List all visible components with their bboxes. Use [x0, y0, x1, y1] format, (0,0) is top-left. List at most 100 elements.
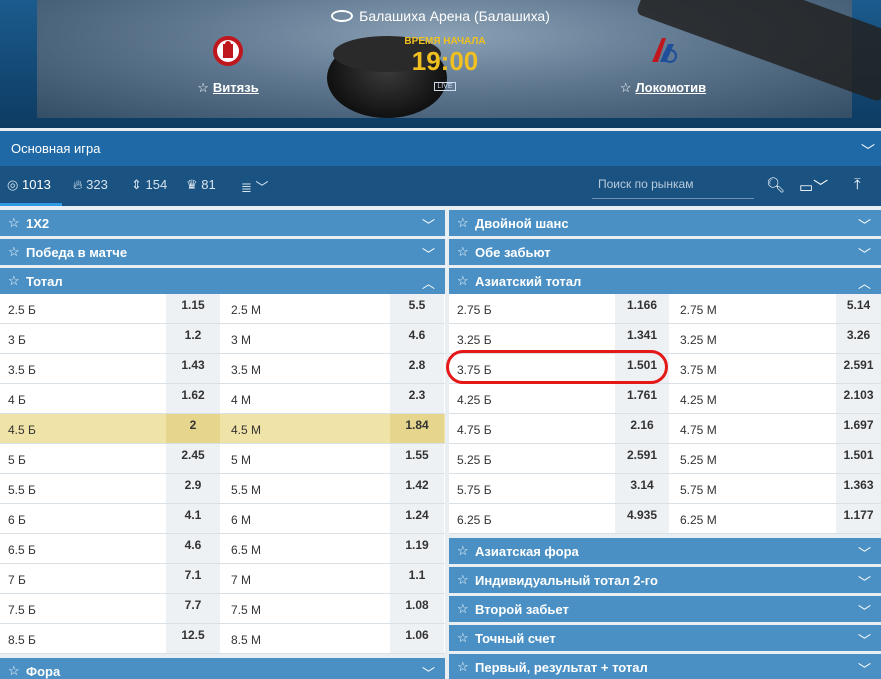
right-markets-column: ☆ Двойной шанс ﹀ ☆ Обе забьют ﹀ ☆ Азиатский т… [449, 210, 881, 679]
over-odds-button[interactable]: 1.166 [615, 294, 669, 323]
under-odds-button[interactable]: 3.26 [836, 324, 881, 353]
star-icon[interactable]: ☆ [457, 273, 469, 289]
market-header-handicap[interactable]: ☆ Фора ﹀ [0, 658, 445, 679]
under-odds-button[interactable]: 1.42 [390, 474, 444, 503]
filter-updown[interactable]: ⇕ 154 [131, 177, 167, 193]
away-team-name[interactable]: Локомотив [636, 80, 707, 95]
flame-icon: 🔥︎ [73, 177, 83, 192]
under-odds-button[interactable]: 1.697 [836, 414, 881, 443]
over-odds-button[interactable]: 2 [166, 414, 220, 443]
star-icon[interactable]: ☆ [8, 244, 20, 260]
under-label: 2.5 М [231, 303, 262, 317]
favorite-star-icon[interactable]: ☆ [197, 80, 209, 95]
over-odds-button[interactable]: 1.341 [615, 324, 669, 353]
over-odds-button[interactable]: 4.6 [166, 534, 220, 563]
under-odds-button[interactable]: 1.363 [836, 474, 881, 503]
over-label: 5.75 Б [457, 483, 492, 497]
chevron-down-icon: ﹀ [421, 247, 435, 262]
under-odds-button[interactable]: 4.6 [390, 324, 444, 353]
over-odds-button[interactable]: 1.2 [166, 324, 220, 353]
over-odds-button[interactable]: 2.45 [166, 444, 220, 473]
filter-list[interactable]: ≣ ﹀ [241, 177, 269, 196]
under-odds-button[interactable]: 1.84 [390, 414, 444, 443]
under-odds-button[interactable]: 1.08 [390, 594, 444, 623]
star-icon[interactable]: ☆ [457, 572, 469, 588]
star-icon[interactable]: ☆ [8, 215, 20, 231]
star-icon[interactable]: ☆ [8, 273, 20, 289]
home-team[interactable]: ☆ Витязь [178, 34, 278, 97]
over-odds-button[interactable]: 1.15 [166, 294, 220, 323]
star-icon[interactable]: ☆ [457, 630, 469, 646]
under-label: 4 М [231, 393, 252, 407]
market-header[interactable]: ☆ Второй забьет ﹀ [449, 596, 881, 622]
under-odds-button[interactable]: 1.06 [390, 624, 444, 653]
away-team[interactable]: ☆ Локомотив [603, 34, 723, 97]
lokomotiv-logo-icon [652, 38, 677, 63]
under-odds-button[interactable]: 5.5 [390, 294, 444, 323]
over-label: 7.5 Б [8, 603, 36, 617]
over-odds-button[interactable]: 7.1 [166, 564, 220, 593]
under-odds-button[interactable]: 2.591 [836, 354, 881, 383]
star-icon[interactable]: ☆ [457, 601, 469, 617]
under-odds-button[interactable]: 2.103 [836, 384, 881, 413]
market-search-input[interactable]: Поиск по рынкам [592, 173, 754, 199]
over-label: 8.5 Б [8, 633, 36, 647]
left-markets-column: ☆ 1X2 ﹀ ☆ Победа в матче ﹀ ☆ Тотал ︿ 2.5 Б 1.15… [0, 210, 445, 679]
star-icon[interactable]: ☆ [8, 663, 20, 679]
over-odds-button[interactable]: 12.5 [166, 624, 220, 653]
under-odds-button[interactable]: 1.55 [390, 444, 444, 473]
stadium-icon [331, 10, 354, 22]
market-header-1x2[interactable]: ☆ 1X2 ﹀ [0, 210, 445, 236]
under-odds-button[interactable]: 5.14 [836, 294, 881, 323]
under-odds-button[interactable]: 2.8 [390, 354, 444, 383]
chevron-down-icon: ﹀ [857, 546, 871, 561]
over-label: 2.75 Б [457, 303, 492, 317]
over-odds-button[interactable]: 2.591 [615, 444, 669, 473]
market-header[interactable]: ☆ Азиатская фора ﹀ [449, 538, 881, 564]
over-odds-button[interactable]: 1.62 [166, 384, 220, 413]
table-row: 2.5 Б 1.15 2.5 М 5.5 [0, 294, 445, 324]
market-header-total[interactable]: ☆ Тотал ︿ [0, 268, 445, 294]
market-header-both-score[interactable]: ☆ Обе забьют ﹀ [449, 239, 881, 265]
table-row: 4.25 Б 1.761 4.25 М 2.103 [449, 384, 881, 414]
market-header[interactable]: ☆ Первый, результат + тотал ﹀ [449, 654, 881, 679]
over-odds-button[interactable]: 4.935 [615, 504, 669, 533]
home-team-name[interactable]: Витязь [213, 80, 259, 95]
filter-cup[interactable]: ♛ 81 [186, 177, 216, 193]
filter-hot[interactable]: 🔥︎ 323 [73, 177, 108, 193]
market-header-win[interactable]: ☆ Победа в матче ﹀ [0, 239, 445, 265]
over-odds-button[interactable]: 1.43 [166, 354, 220, 383]
star-icon[interactable]: ☆ [457, 543, 469, 559]
over-odds-button[interactable]: 4.1 [166, 504, 220, 533]
chevron-up-icon: ︿ [857, 276, 871, 291]
star-icon[interactable]: ☆ [457, 244, 469, 260]
layout-columns-icon[interactable]: ▭﹀ [799, 176, 828, 197]
filter-all[interactable]: ◎ 1013 [7, 177, 51, 193]
under-odds-button[interactable]: 1.501 [836, 444, 881, 473]
over-odds-button[interactable]: 7.7 [166, 594, 220, 623]
over-odds-button[interactable]: 3.14 [615, 474, 669, 503]
market-header[interactable]: ☆ Точный счет ﹀ [449, 625, 881, 651]
market-header[interactable]: ☆ Индивидуальный тотал 2-го ﹀ [449, 567, 881, 593]
over-label: 4.25 Б [457, 393, 492, 407]
under-odds-button[interactable]: 2.3 [390, 384, 444, 413]
chevron-down-icon: ﹀ [421, 218, 435, 233]
favorite-star-icon[interactable]: ☆ [620, 80, 632, 95]
over-odds-button[interactable]: 2.9 [166, 474, 220, 503]
star-icon[interactable]: ☆ [457, 215, 469, 231]
chevron-up-icon: ︿ [421, 276, 435, 291]
under-odds-button[interactable]: 1.177 [836, 504, 881, 533]
under-odds-button[interactable]: 1.1 [390, 564, 444, 593]
under-odds-button[interactable]: 1.24 [390, 504, 444, 533]
search-icon[interactable]: 🔍︎ [766, 176, 785, 194]
star-icon[interactable]: ☆ [457, 659, 469, 675]
over-odds-button[interactable]: 2.16 [615, 414, 669, 443]
collapse-all-icon[interactable]: ⤒ [854, 176, 861, 193]
market-header-asian-total[interactable]: ☆ Азиатский тотал ︿ [449, 268, 881, 294]
over-label: 3 Б [8, 333, 26, 347]
under-odds-button[interactable]: 1.19 [390, 534, 444, 563]
market-header-double-chance[interactable]: ☆ Двойной шанс ﹀ [449, 210, 881, 236]
table-row: 4 Б 1.62 4 М 2.3 [0, 384, 445, 414]
over-odds-button[interactable]: 1.761 [615, 384, 669, 413]
main-game-selector[interactable]: Основная игра ﹀ [0, 131, 881, 166]
